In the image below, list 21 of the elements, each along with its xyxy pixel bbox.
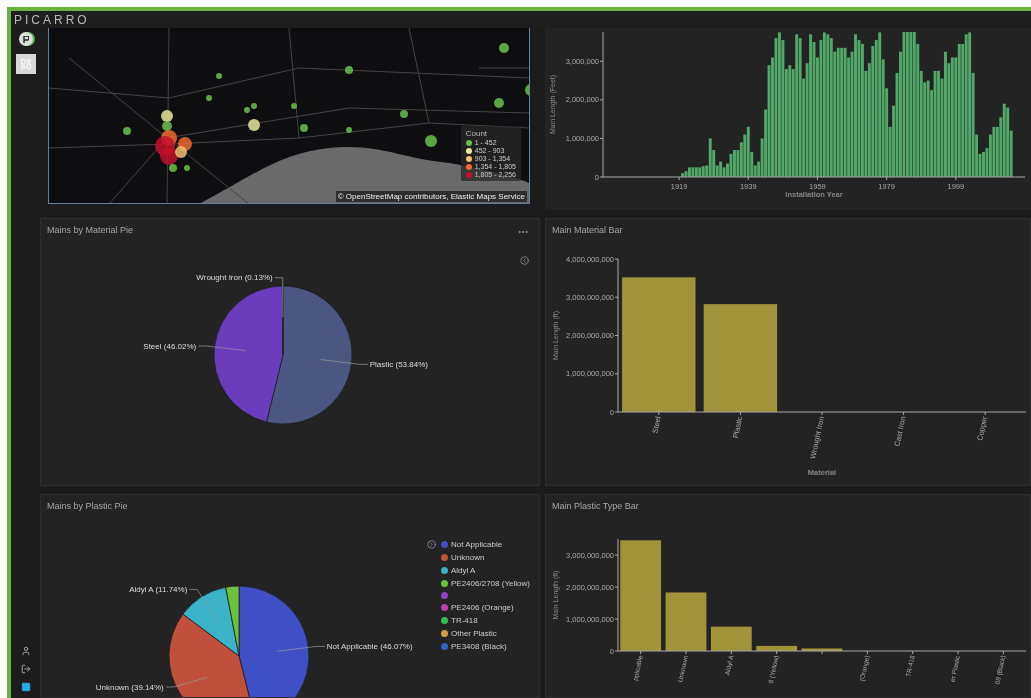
- logo: PICARRO: [14, 12, 90, 27]
- panel-title: Main Material Bar: [552, 225, 623, 235]
- legend-title: Count: [465, 129, 489, 138]
- panel-title: Mains by Material Pie: [47, 225, 134, 235]
- panel-title: Main Plastic Type Bar: [552, 501, 639, 511]
- slice-label: Steel (46.02%): [143, 341, 197, 351]
- legend-label: PE2406 (Orange): [451, 603, 514, 612]
- slice-label: Wrought Iron (0.13%): [196, 273, 273, 283]
- slice-label: Plastic (53.84%): [369, 359, 428, 369]
- legend-label: Not Applicable: [451, 540, 503, 549]
- panel-title: Mains by Plastic Pie: [47, 501, 128, 511]
- slice-label: Aldyl A (11.74%): [129, 585, 188, 595]
- legend-label: TR-418: [451, 616, 478, 625]
- legend-label: PE3408 (Black): [451, 642, 507, 651]
- slice-label: Not Applicable (46.07%): [326, 641, 413, 651]
- map-attribution: © OpenStreetMap contributors, Elastic Maps Service: [335, 191, 527, 202]
- legend-label: Other Plastic: [451, 629, 497, 638]
- slice-label: Unknown (39.14%): [95, 682, 164, 692]
- legend-label: PE2406/2708 (Yellow): [451, 579, 530, 588]
- legend-label: Unknown: [451, 553, 485, 562]
- legend-label: Aldyl A: [451, 566, 476, 575]
